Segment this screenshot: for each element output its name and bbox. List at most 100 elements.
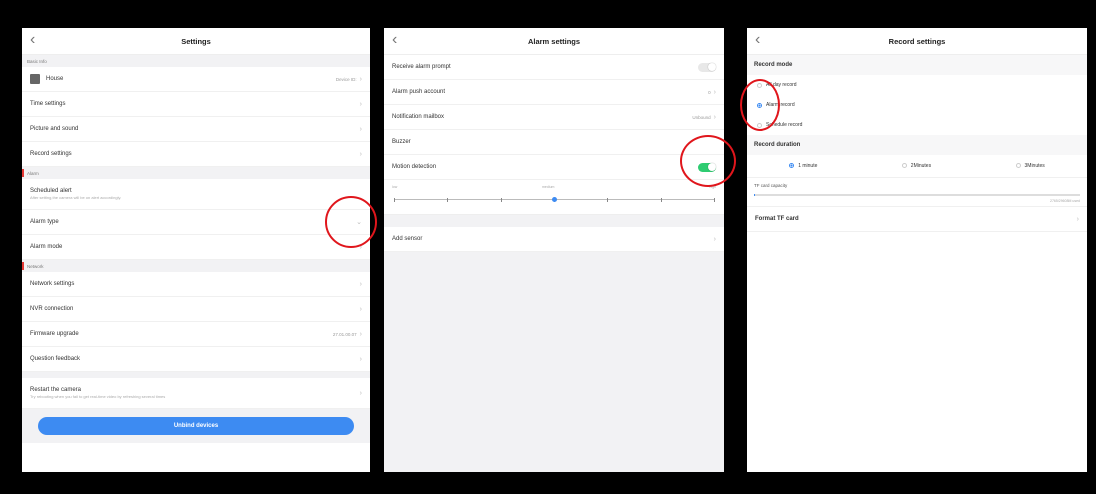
settings-screen: ‹ Settings Basic Info House Device ID: ›…: [22, 28, 370, 472]
nvr-connection-row[interactable]: NVR connection ›: [22, 297, 370, 322]
receive-alarm-prompt-row: Receive alarm prompt: [384, 55, 724, 80]
chevron-right-icon: ›: [359, 100, 362, 108]
restart-camera-row[interactable]: Restart the camera Try rebooting when yo…: [22, 378, 370, 409]
back-arrow-icon[interactable]: ‹: [30, 31, 35, 49]
duration-option-3min[interactable]: 3Minutes: [1015, 163, 1045, 169]
highlight-circle-alarm-record: [740, 79, 780, 131]
firmware-version: 27.01.00.07: [332, 331, 357, 337]
settings-nav-bar: ‹ Settings: [22, 28, 370, 55]
option-label: 3Minutes: [1024, 163, 1045, 169]
slider-thumb[interactable]: [551, 196, 557, 202]
scheduled-alert-description: After setting,the camera will be on aler…: [30, 195, 122, 200]
section-header-alarm: Alarm: [22, 167, 370, 179]
row-label: NVR connection: [30, 306, 74, 312]
option-label: 1 minute: [798, 163, 818, 169]
add-sensor-row[interactable]: Add sensor ›: [384, 227, 724, 252]
unbind-area: Unbind devices: [22, 409, 370, 443]
duration-options: 1 minute 2Minutes 3Minutes: [747, 155, 1087, 178]
record-mode-header: Record mode: [747, 55, 1087, 75]
slider-tick: [394, 197, 395, 202]
firmware-upgrade-row[interactable]: Firmware upgrade 27.01.00.07 ›: [22, 322, 370, 347]
row-label: Receive alarm prompt: [392, 64, 451, 70]
chevron-right-icon: ›: [359, 330, 362, 338]
radio-icon: [1015, 163, 1021, 169]
push-account-count: 0: [708, 89, 711, 95]
tf-capacity-label: TF card capacity: [754, 183, 788, 188]
row-label: Record settings: [30, 151, 72, 157]
time-settings-row[interactable]: Time settings ›: [22, 92, 370, 117]
alarm-settings-screen: ‹ Alarm settings Receive alarm prompt Al…: [384, 28, 724, 472]
record-duration-header: Record duration: [747, 135, 1087, 155]
chevron-right-icon: ›: [713, 113, 716, 121]
scheduled-alert-row[interactable]: Scheduled alert After setting,the camera…: [22, 179, 370, 210]
network-settings-row[interactable]: Network settings ›: [22, 272, 370, 297]
sensitivity-low-label: low: [392, 185, 398, 189]
slider-track[interactable]: [394, 196, 715, 202]
section-marker: [22, 169, 24, 177]
slider-tick: [714, 197, 715, 202]
row-label: Picture and sound: [30, 126, 79, 132]
slider-tick: [607, 197, 609, 202]
highlight-circle-motion-toggle: [680, 135, 736, 187]
radio-icon: [901, 163, 907, 169]
mode-option-alarm[interactable]: Alarm record: [747, 95, 1087, 115]
tf-capacity-used: 2765/29608M used: [1050, 199, 1080, 203]
slider-tick: [500, 197, 502, 202]
duration-option-1min[interactable]: 1 minute: [789, 163, 817, 169]
chevron-right-icon: ›: [359, 150, 362, 158]
house-row[interactable]: House Device ID: ›: [22, 67, 370, 92]
device-name: House: [46, 76, 64, 82]
alarm-push-account-row[interactable]: Alarm push account 0 ›: [384, 80, 724, 105]
slider-tick: [447, 197, 449, 202]
row-label: Firmware upgrade: [30, 331, 79, 337]
unbind-devices-button[interactable]: Unbind devices: [38, 417, 354, 435]
device-thumbnail-icon: [30, 74, 40, 84]
section-header-network: Network: [22, 260, 370, 272]
page-title: Settings: [181, 36, 211, 46]
section-header-label: Basic Info: [27, 58, 47, 64]
restart-description: Try rebooting when you fail to get real-…: [30, 394, 166, 399]
picture-sound-row[interactable]: Picture and sound ›: [22, 117, 370, 142]
highlight-circle-alarm-type: [325, 196, 377, 248]
buzzer-row[interactable]: Buzzer: [384, 130, 724, 155]
sensitivity-medium-label: medium: [542, 185, 555, 189]
row-label: Notification mailbox: [392, 114, 445, 120]
restart-text: Restart the camera Try rebooting when yo…: [30, 387, 360, 399]
chevron-right-icon: ›: [1076, 215, 1079, 223]
row-label: Alarm push account: [392, 89, 446, 95]
alarm-type-row[interactable]: Alarm type ⌄: [22, 210, 370, 235]
receive-alarm-toggle[interactable]: [698, 62, 716, 72]
section-marker: [22, 262, 24, 270]
row-label: Alarm type: [30, 219, 59, 225]
chevron-right-icon: ›: [359, 75, 362, 83]
sensitivity-slider[interactable]: low medium high: [384, 180, 724, 215]
record-settings-screen: ‹ Record settings Record mode All day re…: [747, 28, 1087, 472]
toggle-knob: [707, 63, 716, 71]
question-feedback-row[interactable]: Question feedback ›: [22, 347, 370, 372]
tf-capacity-bar: [754, 194, 1080, 196]
section-header-label: Network: [27, 263, 44, 269]
duration-option-2min[interactable]: 2Minutes: [901, 163, 932, 169]
row-label: Alarm mode: [30, 244, 63, 250]
chevron-right-icon: ›: [359, 125, 362, 133]
chevron-right-icon: ›: [713, 88, 716, 96]
device-id-label: Device ID:: [335, 76, 357, 82]
tf-capacity: TF card capacity 2765/29608M used: [747, 178, 1087, 207]
tf-capacity-fill: [754, 194, 755, 196]
back-arrow-icon[interactable]: ‹: [755, 31, 760, 49]
mode-option-all-day[interactable]: All day record: [747, 75, 1087, 95]
scheduled-alert-text: Scheduled alert After setting,the camera…: [30, 188, 362, 200]
back-arrow-icon[interactable]: ‹: [392, 31, 397, 49]
record-settings-row[interactable]: Record settings ›: [22, 142, 370, 167]
format-tf-card-row[interactable]: Format TF card ›: [747, 207, 1087, 232]
mode-option-schedule[interactable]: Schedule record: [747, 115, 1087, 135]
section-header-label: Alarm: [27, 170, 39, 176]
page-title: Record settings: [888, 36, 946, 46]
slider-tick: [660, 197, 662, 202]
motion-detection-row: Motion detection: [384, 155, 724, 180]
notification-mailbox-row[interactable]: Notification mailbox Unbound ›: [384, 105, 724, 130]
option-label: 2Minutes: [910, 163, 932, 169]
row-label: Add sensor: [392, 236, 423, 242]
alarm-mode-row[interactable]: Alarm mode ›: [22, 235, 370, 260]
